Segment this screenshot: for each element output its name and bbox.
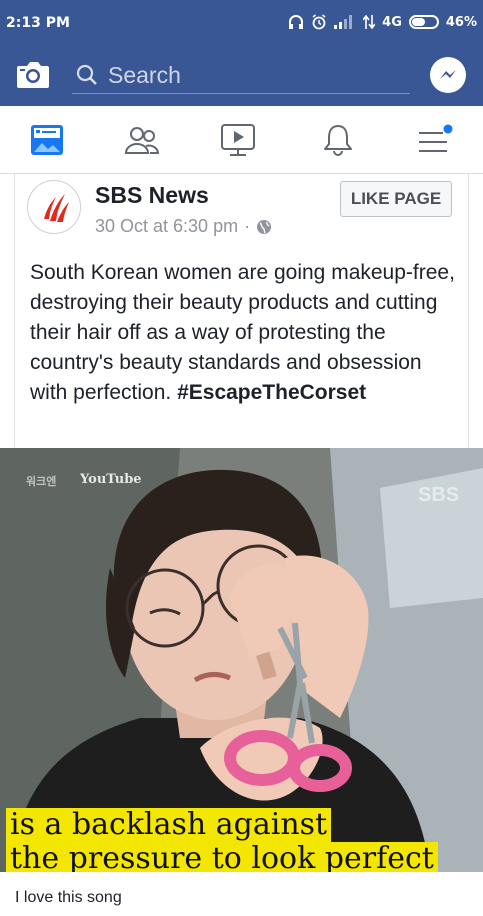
- network-type: 4G: [382, 14, 402, 30]
- tab-friends[interactable]: [122, 122, 162, 158]
- data-arrows-icon: [363, 15, 376, 29]
- tab-bar: [0, 106, 483, 174]
- tab-watch[interactable]: [218, 122, 258, 158]
- sbs-logo-icon: [44, 194, 69, 222]
- sbs-watermark: SBS: [418, 484, 460, 506]
- menu-icon: [419, 124, 453, 152]
- page-name[interactable]: SBS News: [95, 182, 209, 209]
- globe-icon: [257, 219, 272, 234]
- status-bar: 2:13 PM 4G 46%: [0, 0, 483, 44]
- post-timestamp[interactable]: 30 Oct at 6:30 pm: [95, 216, 238, 237]
- post-card: SBS News 30 Oct at 6:30 pm · LIKE PAGE S…: [14, 174, 469, 448]
- tab-news-feed[interactable]: [27, 122, 67, 158]
- bell-icon: [324, 125, 352, 156]
- friends-icon: [124, 127, 160, 154]
- alarm-icon: [312, 14, 326, 30]
- caption-line-1: is a backlash against: [6, 808, 332, 842]
- watch-icon: [221, 124, 255, 156]
- like-page-button[interactable]: LIKE PAGE: [340, 181, 452, 217]
- messenger-icon: [440, 70, 456, 79]
- camera-button[interactable]: [16, 60, 50, 90]
- tab-notifications[interactable]: [318, 122, 358, 158]
- tab-menu[interactable]: [414, 122, 454, 158]
- post-text: South Korean women are going makeup-free…: [30, 258, 460, 408]
- search-input[interactable]: Search: [72, 56, 410, 94]
- hashtag-link[interactable]: #EscapeTheCorset: [177, 381, 366, 404]
- battery-percent: 46%: [445, 14, 477, 30]
- signal-icon: [334, 15, 353, 29]
- headphones-icon: [289, 15, 304, 29]
- caption-line-2: the pressure to look perfect: [6, 842, 438, 872]
- status-icons: 4G 46%: [288, 12, 477, 32]
- search-placeholder: Search: [108, 62, 181, 88]
- sbs-logo[interactable]: [27, 180, 81, 234]
- post-meta: 30 Oct at 6:30 pm ·: [95, 216, 272, 237]
- meta-separator: ·: [244, 216, 251, 236]
- battery-icon: [408, 15, 439, 29]
- video-player[interactable]: 워크엔 YouTube SBS is a backlash against th…: [0, 448, 483, 872]
- youtube-label: YouTube: [80, 472, 142, 487]
- messenger-button[interactable]: [430, 57, 466, 93]
- news-feed-icon: [31, 125, 63, 155]
- comment-text: I love this song: [15, 889, 122, 906]
- channel-label: 워크엔: [26, 476, 57, 488]
- status-time: 2:13 PM: [6, 15, 70, 31]
- search-icon: [76, 64, 97, 85]
- camera-icon: [17, 62, 49, 88]
- search-bar: Search: [0, 44, 483, 106]
